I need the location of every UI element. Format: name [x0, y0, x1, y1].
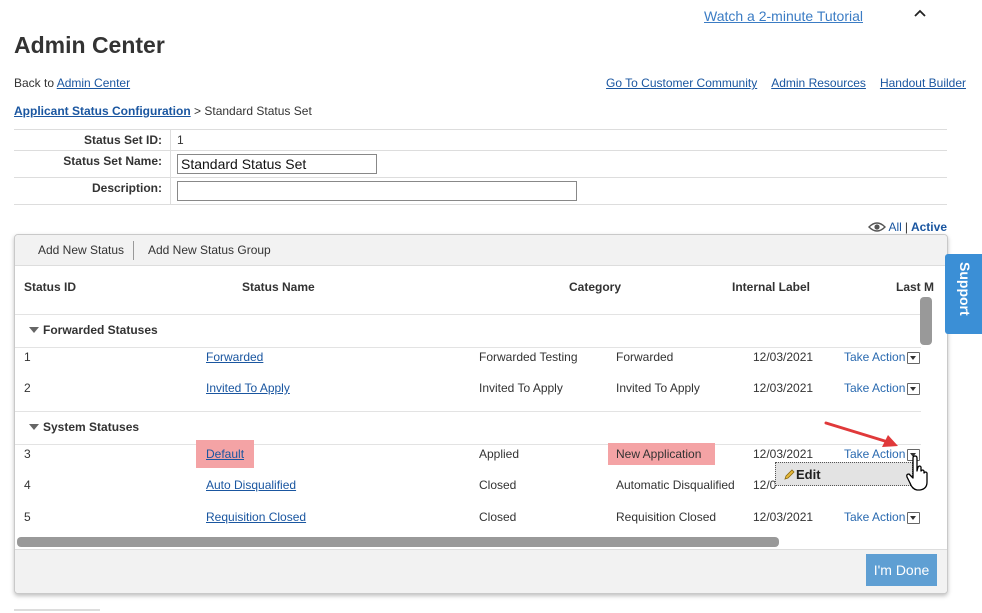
- back-admin-center-link[interactable]: Admin Center: [57, 76, 130, 90]
- group-label: System Statuses: [43, 420, 140, 434]
- col-status-id[interactable]: Status ID: [24, 280, 76, 294]
- status-set-id-label: Status Set ID:: [14, 130, 171, 150]
- take-action-label: Take Action: [844, 350, 906, 364]
- take-action-menu[interactable]: Take Action: [844, 381, 921, 395]
- row-internal-label: New Application: [608, 443, 716, 465]
- row-category: Applied: [479, 447, 520, 461]
- group-label: Forwarded Statuses: [43, 323, 158, 337]
- status-name-link[interactable]: Auto Disqualified: [206, 478, 296, 492]
- tutorial-link[interactable]: Watch a 2-minute Tutorial: [704, 8, 863, 24]
- eye-icon: [867, 222, 886, 232]
- status-name-link[interactable]: Forwarded: [206, 350, 263, 364]
- row-date: 12/03/2021: [753, 381, 814, 395]
- description-input[interactable]: [177, 181, 577, 201]
- col-last-modified[interactable]: Last M: [896, 280, 934, 294]
- status-name-link[interactable]: Requisition Closed: [206, 510, 306, 524]
- status-name-link[interactable]: Default: [206, 447, 244, 461]
- row-date: 12/0: [753, 478, 777, 492]
- row-date: 12/03/2021: [753, 447, 814, 461]
- hand-cursor-icon: [906, 455, 928, 491]
- row-status-id: 3: [24, 447, 31, 461]
- breadcrumb: Applicant Status Configuration > Standar…: [14, 104, 312, 118]
- status-set-name-input[interactable]: Standard Status Set: [177, 154, 377, 174]
- take-action-menu[interactable]: Take Action: [844, 350, 921, 364]
- take-action-label: Take Action: [844, 381, 906, 395]
- customer-community-link[interactable]: Go To Customer Community: [606, 76, 757, 90]
- col-internal-label[interactable]: Internal Label: [732, 280, 810, 294]
- back-nav: Back to Admin Center: [14, 76, 130, 90]
- row-category: Forwarded Testing: [479, 350, 578, 364]
- status-set-form: Status Set ID: 1 Status Set Name: Standa…: [14, 129, 947, 205]
- status-set-name-label: Status Set Name:: [14, 151, 171, 177]
- dropdown-icon[interactable]: [907, 511, 921, 524]
- row-status-id: 4: [24, 478, 31, 492]
- toolbar-divider: [133, 241, 134, 260]
- row-status-id: 5: [24, 510, 31, 524]
- col-category[interactable]: Category: [569, 280, 621, 294]
- row-category: Closed: [479, 510, 517, 524]
- divider: [14, 609, 100, 611]
- row-status-id: 1: [24, 350, 31, 364]
- row-category: Closed: [479, 478, 517, 492]
- collapse-chevron-icon[interactable]: [912, 5, 928, 21]
- status-set-id-value: 1: [177, 133, 184, 147]
- group-forwarded-statuses[interactable]: Forwarded Statuses: [29, 323, 158, 337]
- top-links: Go To Customer Community Admin Resources…: [606, 76, 966, 90]
- add-new-status-group-button[interactable]: Add New Status Group: [148, 243, 271, 257]
- dropdown-icon[interactable]: [907, 382, 921, 395]
- support-label: Support: [957, 262, 973, 316]
- status-filter: All | Active: [867, 220, 947, 234]
- status-name-link[interactable]: Invited To Apply: [206, 381, 290, 395]
- take-action-menu[interactable]: Take Action: [844, 510, 921, 524]
- support-tab[interactable]: Support: [945, 254, 982, 334]
- row-date: 12/03/2021: [753, 510, 814, 524]
- row-category: Invited To Apply: [479, 381, 563, 395]
- panel-footer: I'm Done: [15, 549, 947, 593]
- row-status-id: 2: [24, 381, 31, 395]
- filter-all-link[interactable]: All: [889, 220, 902, 234]
- status-panel: Add New Status Add New Status Group Stat…: [14, 234, 948, 594]
- row-internal-label: Forwarded: [616, 350, 674, 364]
- group-system-statuses[interactable]: System Statuses: [29, 420, 139, 434]
- horizontal-scrollbar[interactable]: [17, 537, 779, 547]
- divider: [15, 347, 921, 348]
- row-internal-label: Invited To Apply: [616, 381, 700, 395]
- filter-separator: |: [904, 220, 908, 234]
- handout-builder-link[interactable]: Handout Builder: [880, 76, 966, 90]
- filter-active-link[interactable]: Active: [911, 220, 947, 234]
- edit-menu-item[interactable]: Edit: [775, 462, 913, 486]
- row-internal-label: Requisition Closed: [616, 510, 717, 524]
- breadcrumb-separator: >: [194, 104, 202, 118]
- col-status-name[interactable]: Status Name: [242, 280, 315, 294]
- divider: [15, 444, 921, 445]
- row-date: 12/03/2021: [753, 350, 814, 364]
- description-label: Description:: [14, 178, 171, 204]
- page-title: Admin Center: [14, 32, 165, 58]
- status-name-highlight: Default: [196, 440, 255, 468]
- divider: [15, 314, 921, 315]
- dropdown-icon[interactable]: [907, 351, 921, 364]
- row-internal-label: Automatic Disqualified: [616, 478, 735, 492]
- panel-toolbar: Add New Status Add New Status Group: [15, 235, 947, 266]
- vertical-scrollbar[interactable]: [920, 297, 932, 345]
- edit-label: Edit: [796, 466, 821, 482]
- breadcrumb-parent-link[interactable]: Applicant Status Configuration: [14, 104, 191, 118]
- back-prefix: Back to: [14, 76, 55, 90]
- admin-resources-link[interactable]: Admin Resources: [771, 76, 866, 90]
- take-action-label: Take Action: [844, 510, 906, 524]
- annotation-arrow-icon: [824, 421, 898, 447]
- breadcrumb-current: Standard Status Set: [204, 104, 312, 118]
- im-done-button[interactable]: I'm Done: [866, 554, 937, 586]
- pencil-icon: [784, 469, 795, 480]
- collapse-triangle-icon[interactable]: [29, 424, 39, 430]
- add-new-status-button[interactable]: Add New Status: [38, 243, 124, 257]
- collapse-triangle-icon[interactable]: [29, 327, 39, 333]
- divider: [15, 411, 921, 412]
